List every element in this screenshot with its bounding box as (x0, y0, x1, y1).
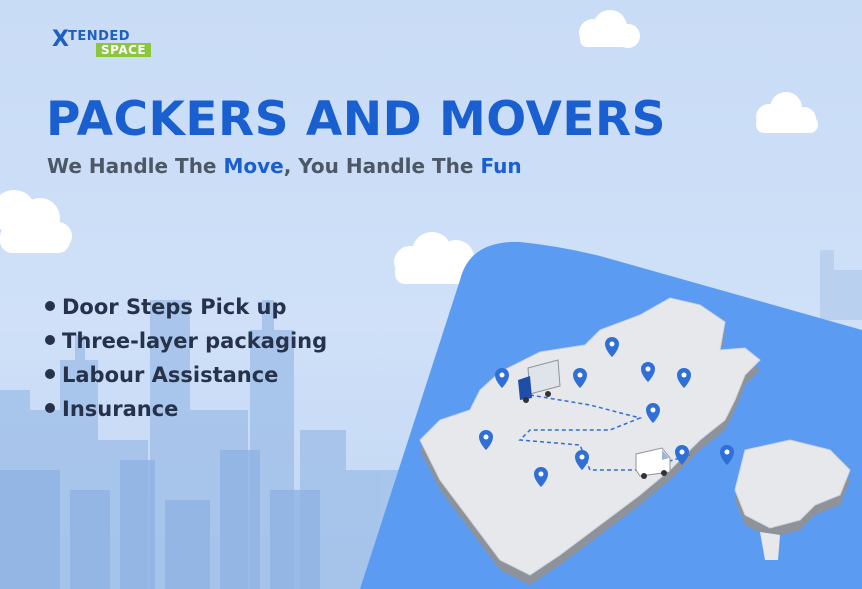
van-icon (635, 447, 671, 479)
tagline-highlight-fun: Fun (480, 154, 522, 178)
feature-list: Door Steps Pick up Three-layer packaging… (45, 291, 327, 427)
tagline-highlight-move: Move (223, 154, 284, 178)
cloud-icon (756, 92, 818, 133)
feature-item: Labour Assistance (45, 359, 327, 393)
bullet-icon (45, 301, 55, 311)
feature-label: Insurance (62, 397, 179, 421)
feature-item: Three-layer packaging (45, 325, 327, 359)
feature-item: Door Steps Pick up (45, 291, 327, 325)
bullet-icon (45, 369, 55, 379)
bullet-icon (45, 403, 55, 413)
logo-text-top: TENDED (68, 29, 131, 44)
cloud-icon (579, 10, 640, 48)
cloud-icon (0, 190, 72, 253)
headline: PACKERS AND MOVERS (46, 92, 666, 147)
logo-text-bottom: SPACE (96, 43, 152, 57)
logo-mark: X (52, 27, 69, 52)
feature-label: Three-layer packaging (62, 329, 328, 353)
brand-logo[interactable]: X TENDED SPACE (52, 27, 162, 63)
tagline-part1: We Handle The (47, 154, 224, 178)
tagline-part2: , You Handle The (283, 154, 481, 178)
feature-label: Labour Assistance (62, 363, 279, 387)
tagline: We Handle The Move, You Handle The Fun (47, 154, 522, 178)
banner: X TENDED SPACE PACKERS AND MOVERS We Han… (0, 0, 862, 589)
feature-label: Door Steps Pick up (62, 295, 287, 319)
feature-item: Insurance (45, 393, 327, 427)
bullet-icon (45, 335, 55, 345)
